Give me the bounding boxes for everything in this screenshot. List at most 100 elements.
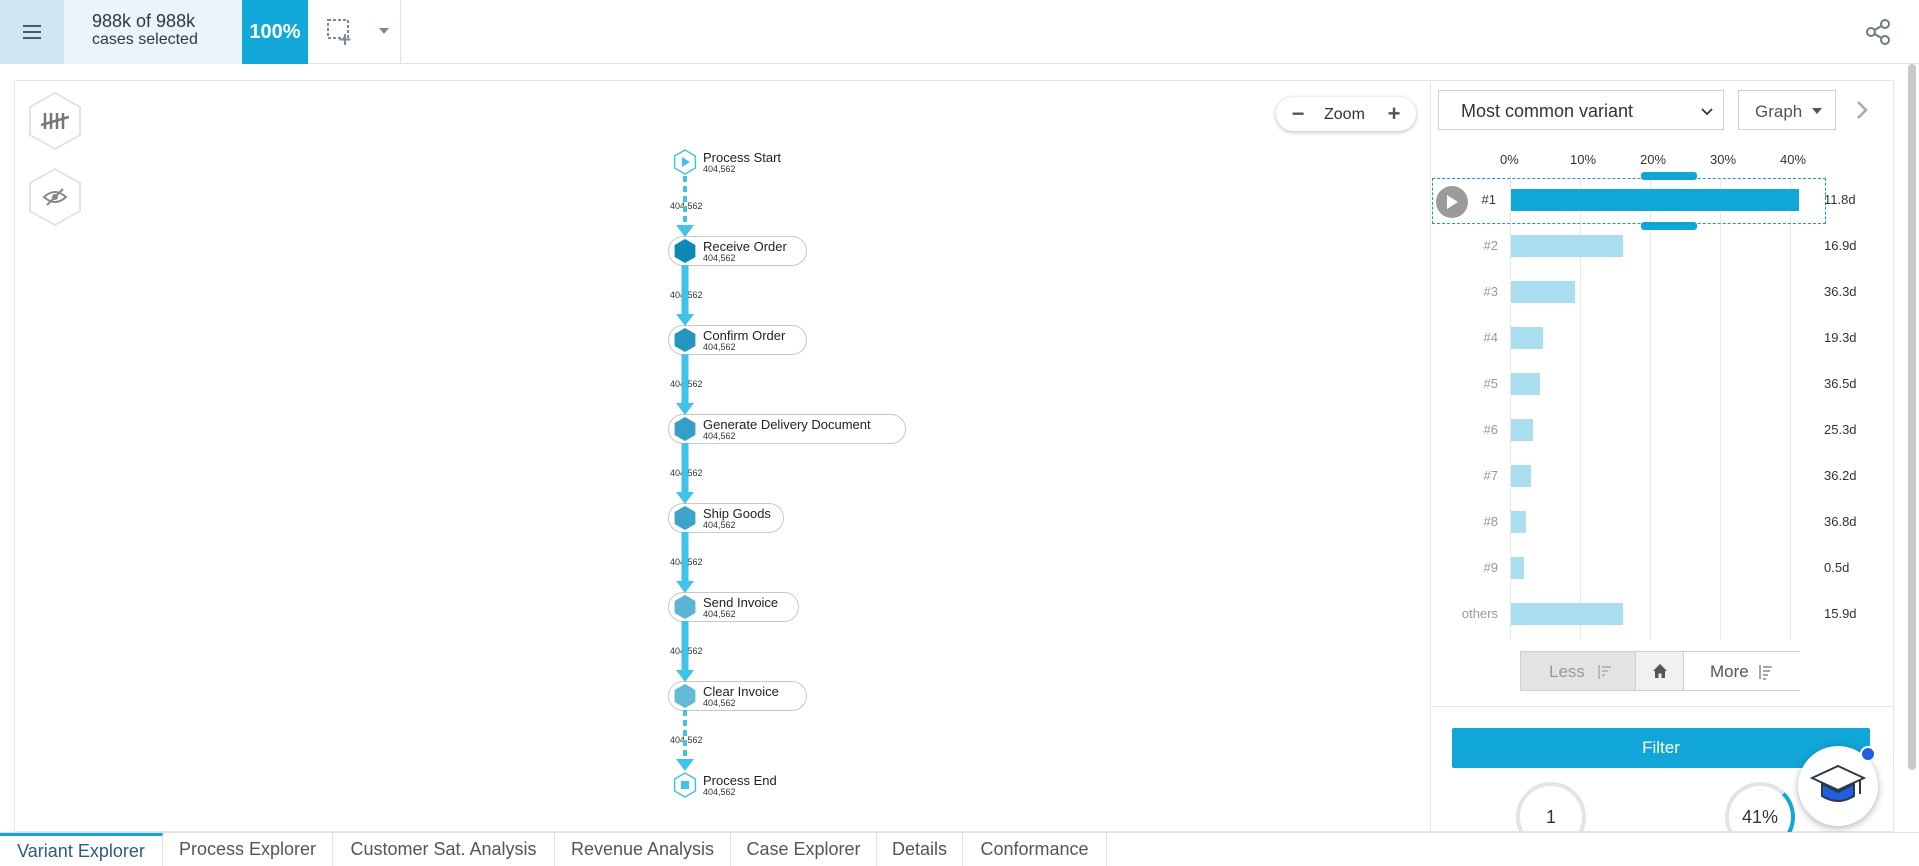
node-label: Process End (703, 773, 777, 788)
edge-arrow (676, 581, 694, 593)
variant-duration: 19.3d (1824, 330, 1857, 345)
view-mode-value: Graph (1755, 102, 1803, 121)
variant-bar[interactable] (1511, 511, 1527, 533)
node-count: 404,562 (703, 342, 736, 352)
variant-bar[interactable] (1511, 189, 1800, 211)
variant-rank-label[interactable]: #8 (1438, 514, 1498, 529)
panel-separator (1432, 706, 1894, 707)
tab-revenue-analysis[interactable]: Revenue Analysis (555, 833, 731, 866)
edge-arrow (676, 492, 694, 504)
less-button[interactable]: Less (1521, 652, 1636, 690)
activity-hexagon-icon (674, 239, 696, 263)
play-variant-button[interactable] (1436, 186, 1468, 218)
view-mode-select[interactable]: Graph (1738, 90, 1836, 130)
sort-less-icon (1598, 665, 1611, 679)
edge-arrow (676, 403, 694, 415)
edge-arrow (676, 670, 694, 682)
sort-more-icon (1759, 665, 1772, 680)
x-tick-label: 20% (1640, 152, 1667, 167)
x-tick-label: 30% (1710, 152, 1737, 167)
variant-duration: 36.5d (1824, 376, 1857, 391)
edge-arrow (676, 759, 694, 771)
node-count: 404,562 (703, 698, 736, 708)
variant-sort-value: Most common variant (1461, 101, 1634, 121)
x-tick-label: 0% (1500, 152, 1519, 167)
variant-chart: 0% 10% 20% 30% 40% #1 11.8d #2 16.9d #3 36.3d #4 19.… (1432, 140, 1892, 640)
variant-rank-label[interactable]: #3 (1438, 284, 1498, 299)
node-count: 404,562 (703, 431, 736, 441)
activity-hexagon-icon (674, 595, 696, 619)
tab-process-explorer[interactable]: Process Explorer (163, 833, 333, 866)
variant-rank-label[interactable]: #7 (1438, 468, 1498, 483)
variant-bar[interactable] (1511, 557, 1524, 579)
vertical-scrollbar[interactable] (1908, 64, 1916, 770)
process-map: 404,562 404,562 404,562 404,562 404,562 404,5… (0, 0, 1430, 830)
variant-bar[interactable] (1511, 281, 1576, 303)
variant-bar[interactable] (1511, 327, 1543, 349)
x-tick-label: 10% (1570, 152, 1597, 167)
variant-duration: 16.9d (1824, 238, 1857, 253)
variant-sort-select[interactable]: Most common variant (1438, 90, 1724, 130)
node-label: Process Start (703, 150, 782, 165)
node-label: Send Invoice (703, 595, 779, 610)
variant-duration: 15.9d (1824, 606, 1857, 621)
variant-bar[interactable] (1511, 235, 1623, 257)
variant-bar[interactable] (1511, 419, 1534, 441)
node-count: 404,562 (703, 787, 736, 797)
more-button-label: More (1710, 662, 1749, 681)
variant-duration: 36.2d (1824, 468, 1857, 483)
node-count: 404,562 (703, 520, 736, 530)
notification-dot (1860, 746, 1876, 762)
variant-bar[interactable] (1511, 373, 1540, 395)
activity-hexagon-icon (674, 417, 696, 441)
node-label: Ship Goods (703, 506, 771, 521)
variant-bar[interactable] (1511, 465, 1531, 487)
stop-icon (681, 781, 689, 789)
gridline (1790, 178, 1791, 640)
node-count: 404,562 (703, 609, 736, 619)
home-icon (1652, 664, 1667, 678)
activity-hexagon-icon (674, 684, 696, 708)
variant-bar[interactable] (1511, 603, 1623, 625)
variant-duration: 25.3d (1824, 422, 1857, 437)
tab-customer-sat-analysis[interactable]: Customer Sat. Analysis (333, 833, 555, 866)
play-icon (1447, 195, 1458, 209)
tab-variant-explorer[interactable]: Variant Explorer (0, 833, 163, 866)
variant-rank-label[interactable]: #6 (1438, 422, 1498, 437)
chevron-right-icon[interactable] (1852, 98, 1872, 122)
variant-rank-label[interactable]: #9 (1438, 560, 1498, 575)
graduation-cap-icon (1810, 764, 1866, 802)
node-label: Receive Order (703, 239, 787, 254)
node-count: 404,562 (703, 164, 736, 174)
gridline (1650, 178, 1651, 640)
home-button[interactable] (1636, 652, 1684, 690)
variant-rank-label[interactable]: #2 (1438, 238, 1498, 253)
x-tick-label: 40% (1780, 152, 1807, 167)
panel-divider (1430, 82, 1431, 832)
gridline (1720, 178, 1721, 640)
node-label: Generate Delivery Document (703, 417, 871, 432)
variant-rank-label[interactable]: #5 (1438, 376, 1498, 391)
node-label: Confirm Order (703, 328, 786, 343)
tab-case-explorer[interactable]: Case Explorer (731, 833, 877, 866)
tab-conformance[interactable]: Conformance (963, 833, 1107, 866)
edge-arrow (676, 314, 694, 326)
node-count: 404,562 (703, 253, 736, 263)
variant-duration: 36.3d (1824, 284, 1857, 299)
less-more-button-group: Less More (1520, 651, 1801, 691)
tab-details[interactable]: Details (877, 833, 963, 866)
activity-hexagon-icon (674, 328, 696, 352)
more-button[interactable]: More (1684, 652, 1801, 690)
node-label: Clear Invoice (703, 684, 779, 699)
chevron-down-icon (1701, 108, 1713, 116)
share-icon[interactable] (1864, 18, 1892, 46)
variant-rank-label[interactable]: #4 (1438, 330, 1498, 345)
variant-rank-label[interactable]: others (1438, 606, 1498, 621)
bottom-tab-bar: Variant Explorer Process Explorer Customer… (0, 832, 1919, 866)
activity-hexagon-icon (674, 506, 696, 530)
variant-duration: 0.5d (1824, 560, 1850, 575)
variant-duration: 11.8d (1824, 192, 1856, 207)
caret-down-icon (1812, 108, 1822, 114)
variant-duration: 36.8d (1824, 514, 1857, 529)
less-button-label: Less (1549, 662, 1585, 681)
